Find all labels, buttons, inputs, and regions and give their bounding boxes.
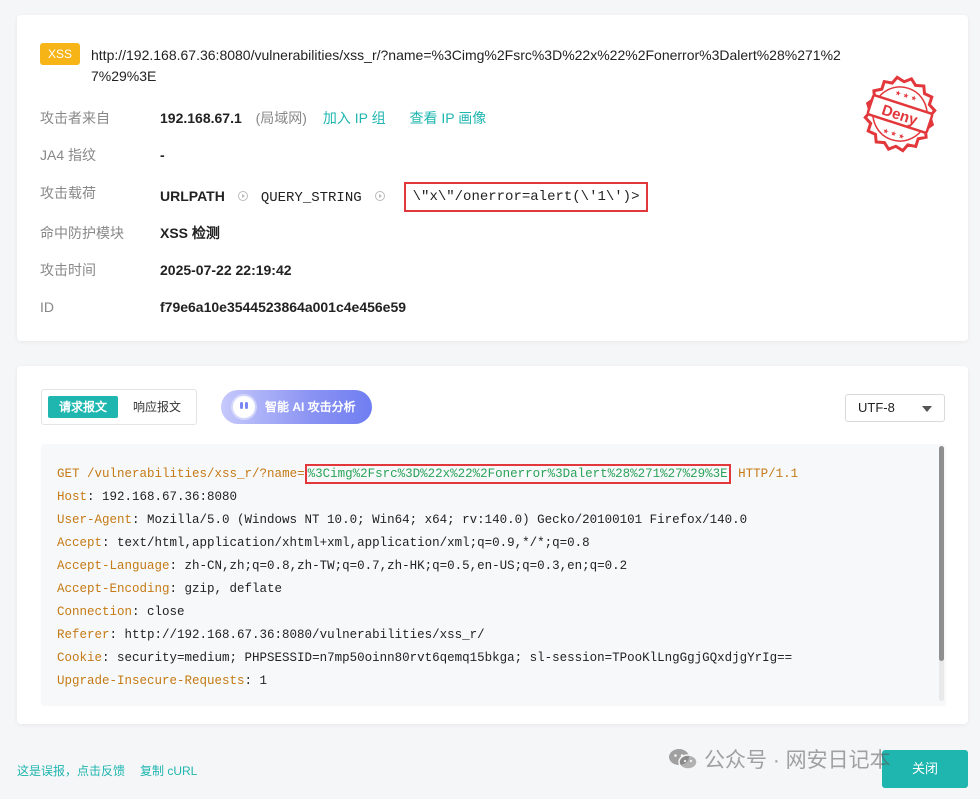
header-line: Upgrade-Insecure-Requests: 1 (57, 674, 268, 688)
attacker-label: 攻击者来自 (40, 110, 110, 126)
message-tabs: 请求报文 响应报文 (41, 389, 197, 425)
request-method: GET (57, 467, 80, 481)
payload-part-urlpath: URLPATH (160, 188, 225, 204)
header-line: Accept-Language: zh-CN,zh;q=0.8,zh-TW;q=… (57, 559, 628, 573)
request-panel-card: 请求报文 响应报文 智能 AI 攻击分析 UTF-8 GET /vulnerab… (17, 366, 968, 724)
caret-down-icon (922, 406, 932, 412)
header-line: Connection: close (57, 605, 185, 619)
encoding-select[interactable]: UTF-8 (845, 394, 945, 422)
code-scrollbar[interactable] (939, 446, 944, 701)
payload-value: URLPATH QUERY_STRING \"x\"/onerror=alert(\… (160, 182, 649, 213)
header-name: User-Agent (57, 513, 133, 527)
close-button[interactable]: 关闭 (882, 750, 968, 788)
code-scrollbar-thumb[interactable] (939, 446, 944, 661)
header-value: text/html,application/xhtml+xml,applicat… (117, 536, 590, 550)
payload-label: 攻击载荷 (40, 185, 96, 201)
encoding-value: UTF-8 (858, 400, 895, 415)
header-name: Cookie (57, 651, 103, 665)
chevron-right-icon (374, 191, 385, 202)
payload-content: \"x\"/onerror=alert(\'1\')> (403, 182, 649, 212)
header-name: Referer (57, 628, 110, 642)
header-value: security=medium; PHPSESSID=n7mp50oinn80r… (117, 651, 793, 665)
request-path: /vulnerabilities/xss_r/?name= (87, 467, 305, 481)
header-value: http://192.168.67.36:8080/vulnerabilitie… (124, 628, 485, 642)
request-protocol: HTTP/1.1 (738, 467, 799, 481)
header-name: Connection (57, 605, 133, 619)
ai-analysis-label: 智能 AI 攻击分析 (265, 400, 356, 414)
header-value: close (147, 605, 185, 619)
false-positive-feedback-link[interactable]: 这是误报，点击反馈 (17, 762, 125, 779)
header-name: Host (57, 490, 88, 504)
module-value: XSS 检测 (160, 225, 220, 241)
header-name: Accept-Language (57, 559, 170, 573)
payload-part-query: QUERY_STRING (260, 190, 362, 206)
copy-curl-link[interactable]: 复制 cURL (140, 762, 197, 779)
ja4-value: - (160, 147, 165, 163)
svg-text:★ ★ ★: ★ ★ ★ (881, 127, 905, 142)
header-value: zh-CN,zh;q=0.8,zh-TW;q=0.7,zh-HK;q=0.5,e… (184, 559, 628, 573)
header-line: User-Agent: Mozilla/5.0 (Windows NT 10.0… (57, 513, 748, 527)
module-label: 命中防护模块 (40, 225, 124, 241)
header-line: Accept: text/html,application/xhtml+xml,… (57, 536, 590, 550)
attack-type-badge: XSS (40, 43, 81, 65)
header-name: Accept-Encoding (57, 582, 170, 596)
deny-stamp-icon: Deny ★ ★ ★ ★ ★ ★ (863, 75, 937, 153)
header-name: Accept (57, 536, 103, 550)
ja4-label: JA4 指纹 (40, 147, 97, 163)
attack-summary-card: XSS http://192.168.67.36:8080/vulnerabil… (17, 15, 968, 341)
header-name: Upgrade-Insecure-Requests (57, 674, 245, 688)
tab-response[interactable]: 响应报文 (122, 396, 192, 418)
watermark-text: 公众号 · 网安日记本 (704, 749, 891, 772)
chevron-right-icon (237, 191, 248, 202)
request-line: GET /vulnerabilities/xss_r/?name= %3Cimg%… (57, 463, 937, 486)
view-ip-profile-link[interactable]: 查看 IP 画像 (410, 110, 487, 126)
header-line: Referer: http://192.168.67.36:8080/vulne… (57, 628, 485, 642)
attack-url: http://192.168.67.36:8080/vulnerabilitie… (91, 47, 841, 84)
attacker-value: 192.168.67.1 (局域网) 加入 IP 组 查看 IP 画像 (160, 108, 486, 128)
time-label: 攻击时间 (40, 262, 96, 278)
watermark: 公众号 · 网安日记本 (668, 746, 891, 776)
header-value: Mozilla/5.0 (Windows NT 10.0; Win64; x64… (147, 513, 748, 527)
wechat-icon (669, 749, 698, 771)
id-value: f79e6a10e3544523864a001c4e456e59 (160, 299, 407, 315)
ai-robot-icon (233, 396, 255, 418)
id-label: ID (40, 299, 54, 315)
header-value: 192.168.67.36:8080 (102, 490, 238, 504)
time-value: 2025-07-22 22:19:42 (160, 262, 292, 278)
ai-analysis-button[interactable]: 智能 AI 攻击分析 (221, 390, 372, 424)
request-query-highlight: %3Cimg%2Fsrc%3D%22x%22%2Fonerror%3Dalert… (304, 464, 731, 484)
attacker-scope: (局域网) (255, 110, 307, 126)
header-line: Host: 192.168.67.36:8080 (57, 490, 238, 504)
header-line: Cookie: security=medium; PHPSESSID=n7mp5… (57, 651, 793, 665)
header-value: 1 (259, 674, 268, 688)
attacker-ip: 192.168.67.1 (160, 110, 242, 126)
add-ip-group-link[interactable]: 加入 IP 组 (323, 110, 386, 126)
request-code-view: GET /vulnerabilities/xss_r/?name= %3Cimg%… (41, 444, 946, 706)
header-value: gzip, deflate (184, 582, 283, 596)
header-line: Accept-Encoding: gzip, deflate (57, 582, 283, 596)
tab-request[interactable]: 请求报文 (48, 396, 118, 418)
